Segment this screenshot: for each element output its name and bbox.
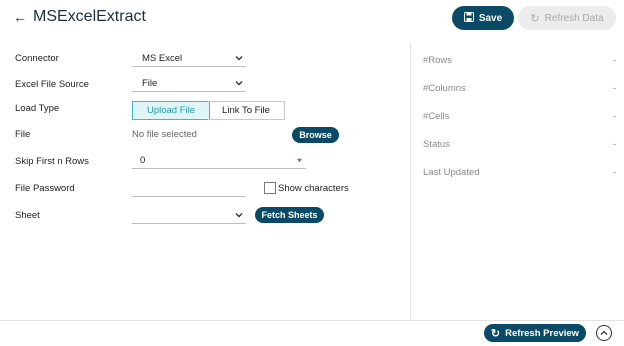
page-title: MSExcelExtract bbox=[33, 8, 146, 25]
chevron-up-icon bbox=[600, 330, 608, 335]
show-characters-label: Show characters bbox=[278, 183, 349, 194]
show-characters-checkbox[interactable] bbox=[264, 182, 276, 194]
excel-file-source-label: Excel File Source bbox=[15, 79, 89, 90]
save-button-label: Save bbox=[478, 12, 503, 24]
footer-divider bbox=[0, 320, 624, 321]
stat-columns-label: #Columns bbox=[423, 83, 466, 94]
chevron-down-icon bbox=[235, 56, 243, 61]
excel-file-source-dropdown[interactable]: File bbox=[132, 75, 246, 92]
excel-file-source-value: File bbox=[142, 77, 158, 89]
save-button[interactable]: Save bbox=[452, 6, 514, 30]
stat-rows-value: - bbox=[612, 55, 616, 66]
fetch-sheets-button[interactable]: Fetch Sheets bbox=[255, 207, 324, 223]
refresh-preview-label: Refresh Preview bbox=[505, 327, 580, 339]
link-to-file-toggle[interactable]: Link To File bbox=[208, 101, 285, 120]
connector-value: MS Excel bbox=[142, 52, 183, 64]
browse-button[interactable]: Browse bbox=[292, 127, 339, 143]
sheet-dropdown[interactable] bbox=[132, 207, 246, 224]
file-label: File bbox=[15, 129, 31, 140]
skip-rows-value: 0 bbox=[140, 154, 146, 166]
file-password-input[interactable] bbox=[132, 180, 246, 197]
stat-last-updated-label: Last Updated bbox=[423, 167, 480, 178]
caret-down-icon bbox=[296, 158, 303, 163]
connector-label: Connector bbox=[15, 53, 59, 64]
file-password-label: File Password bbox=[15, 183, 75, 194]
upload-file-toggle[interactable]: Upload File bbox=[132, 101, 210, 120]
connector-dropdown[interactable]: MS Excel bbox=[132, 50, 246, 67]
collapse-button[interactable] bbox=[596, 325, 612, 341]
load-type-label: Load Type bbox=[15, 103, 60, 114]
panel-divider bbox=[410, 42, 411, 320]
skip-rows-input[interactable]: 0 bbox=[132, 152, 306, 169]
file-status-text: No file selected bbox=[132, 129, 197, 140]
refresh-icon: ↻ bbox=[530, 12, 540, 25]
stat-cells-value: - bbox=[612, 111, 616, 122]
refresh-icon: ↻ bbox=[490, 327, 501, 340]
stat-rows-label: #Rows bbox=[423, 55, 453, 66]
save-icon bbox=[463, 11, 474, 25]
skip-rows-label: Skip First n Rows bbox=[15, 156, 89, 167]
chevron-down-icon bbox=[235, 81, 243, 86]
sheet-label: Sheet bbox=[15, 210, 40, 221]
stat-last-updated-value: - bbox=[612, 167, 616, 178]
stat-status-label: Status bbox=[423, 139, 450, 150]
back-arrow-icon[interactable]: ← bbox=[13, 9, 27, 25]
chevron-down-icon bbox=[235, 213, 243, 218]
refresh-data-button[interactable]: ↻ Refresh Data bbox=[518, 6, 616, 30]
stat-columns-value: - bbox=[612, 83, 616, 94]
refresh-preview-button[interactable]: ↻ Refresh Preview bbox=[484, 324, 586, 342]
refresh-data-label: Refresh Data bbox=[544, 12, 604, 24]
stat-status-value: - bbox=[612, 139, 616, 150]
stat-cells-label: #Cells bbox=[423, 111, 450, 122]
